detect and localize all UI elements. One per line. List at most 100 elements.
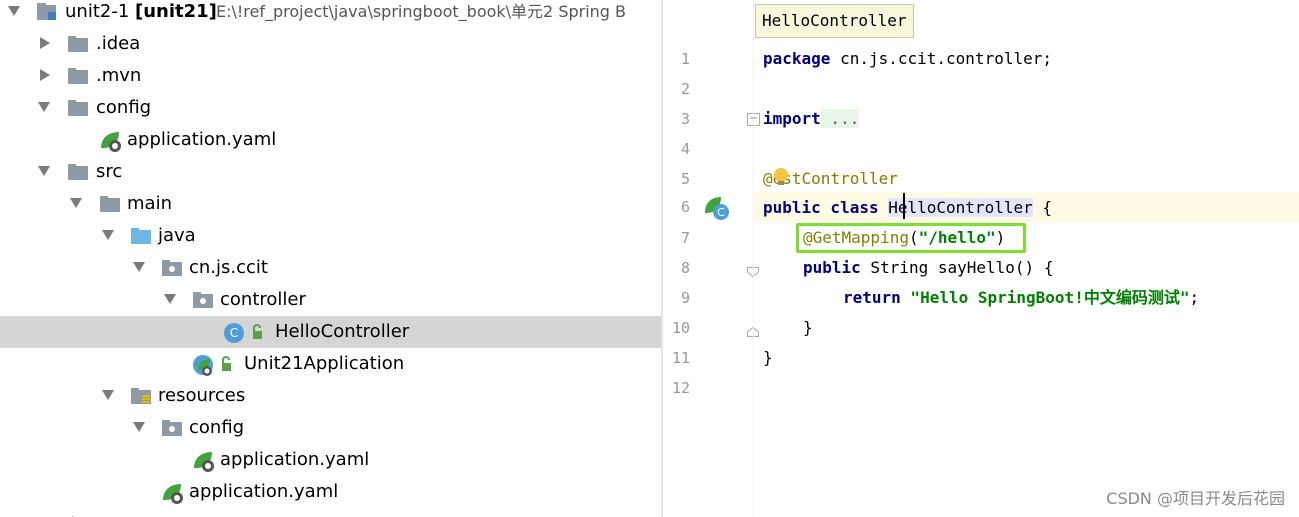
line-number: 7 [680, 229, 690, 247]
expand-arrow-icon[interactable] [133, 262, 145, 272]
spring-boot-app-icon [192, 354, 236, 376]
folded-imports[interactable]: ... [820, 109, 860, 128]
line-number: 1 [680, 50, 690, 68]
tree-row-resources-config[interactable]: config [0, 412, 661, 444]
tree-row-resources-config-yaml[interactable]: application.yaml [0, 444, 661, 476]
tree-row-idea[interactable]: .idea [0, 28, 661, 60]
keyword: return [843, 288, 901, 307]
tree-label: resources [158, 385, 246, 406]
line-number: 9 [680, 289, 690, 307]
svg-text:C: C [717, 206, 725, 219]
tree-label: .idea [96, 33, 141, 54]
keyword: import [763, 109, 821, 128]
tree-label: java [158, 225, 196, 246]
code-editor[interactable]: 1 2 3 4 5 6 7 8 9 10 11 12 C + package c… [663, 0, 1299, 517]
code-line-1[interactable]: package cn.js.ccit.controller; [763, 44, 1052, 74]
tree-label: HelloController [275, 321, 410, 342]
line-number: 3 [680, 110, 690, 128]
code-line-11[interactable]: } [803, 313, 813, 343]
tree-label: controller [220, 289, 306, 310]
collapse-arrow-icon[interactable] [40, 37, 50, 49]
intention-bulb-icon[interactable] [771, 167, 791, 189]
highlight-box [796, 223, 1026, 253]
line-number: 10 [671, 319, 690, 337]
tree-row-controller[interactable]: controller [0, 284, 661, 316]
line-number: 11 [671, 349, 690, 367]
code-line-7[interactable]: public class HelloController { [763, 193, 1052, 223]
expand-arrow-icon[interactable] [8, 6, 20, 16]
spring-yaml-icon [161, 482, 183, 504]
gutter-separator [753, 0, 754, 517]
code-text: } [763, 348, 773, 367]
spring-yaml-icon [192, 450, 214, 472]
keyword: public class [763, 198, 889, 217]
collapse-arrow-icon[interactable] [40, 69, 50, 81]
folder-icon [67, 98, 89, 118]
tree-row-root[interactable]: unit2-1 [unit21] E:\!ref_project\java\sp… [0, 0, 661, 28]
package-icon [192, 290, 214, 310]
code-line-9[interactable]: public String sayHello() { [803, 253, 1053, 283]
module-name: unit2-1 [65, 1, 130, 22]
tree-label: main [127, 193, 172, 214]
tree-label: .mvn [96, 65, 142, 86]
tree-row-src[interactable]: src [0, 156, 661, 188]
tree-row-resources[interactable]: resources [0, 380, 661, 412]
code-text: { [1032, 198, 1052, 217]
code-line-10[interactable]: return "Hello SpringBoot!中文编码测试"; [843, 283, 1199, 313]
code-text: String sayHello() { [860, 258, 1054, 277]
tree-row-hello-controller[interactable]: C HelloController [0, 316, 661, 348]
svg-text:C: C [230, 326, 238, 340]
tree-label: src [96, 161, 123, 182]
tree-label: Unit21Application [244, 353, 405, 374]
code-line-3[interactable]: import ... [763, 104, 860, 134]
expand-arrow-icon[interactable] [102, 390, 114, 400]
spring-bean-gutter-icon[interactable]: C [703, 195, 733, 221]
module-path: E:\!ref_project\java\springboot_book\单元2… [216, 2, 627, 21]
class-name: HelloController [888, 198, 1033, 217]
tree-row-config-yaml[interactable]: application.yaml [0, 124, 661, 156]
tree-label: config [96, 97, 152, 118]
tree-label: application.yaml [220, 449, 370, 470]
expand-arrow-icon[interactable] [133, 422, 145, 432]
tree-label: application.yaml [189, 481, 339, 502]
project-tree: unit2-1 [unit21] E:\!ref_project\java\sp… [0, 0, 661, 517]
tree-row-main[interactable]: main [0, 188, 661, 220]
line-number: 6 [680, 198, 690, 216]
spring-yaml-icon [99, 130, 121, 152]
code-line-12[interactable]: } [763, 343, 773, 373]
keyword: package [763, 49, 831, 68]
expand-arrow-icon[interactable] [70, 198, 82, 208]
tree-row-partial[interactable] [0, 508, 661, 517]
tree-row-java[interactable]: java [0, 220, 661, 252]
code-text: ; [1189, 288, 1200, 307]
tree-row-resources-yaml[interactable]: application.yaml [0, 476, 661, 508]
source-folder-icon [130, 226, 152, 246]
expand-arrow-icon[interactable] [102, 230, 114, 240]
watermark: CSDN @项目开发后花园 [1106, 489, 1285, 508]
keyword: public [803, 258, 861, 277]
line-number: 12 [671, 379, 690, 397]
tree-label: config [189, 417, 245, 438]
string-literal: "Hello SpringBoot!中文编码测试" [900, 288, 1190, 307]
folder-icon [99, 194, 121, 214]
code-text: cn.js.ccit.controller; [830, 49, 1052, 68]
line-number: 2 [680, 80, 690, 98]
tree-row-unit21-application[interactable]: Unit21Application [0, 348, 661, 380]
line-number: 4 [680, 140, 690, 158]
expand-arrow-icon[interactable] [38, 102, 50, 112]
resources-folder-icon [130, 386, 152, 406]
tree-label: cn.js.ccit [189, 257, 268, 278]
tree-row-mvn[interactable]: .mvn [0, 60, 661, 92]
code-text: } [803, 318, 813, 337]
module-tag: [unit21] [135, 1, 217, 22]
tree-row-package[interactable]: cn.js.ccit [0, 252, 661, 284]
class-icon: C [223, 322, 267, 343]
expand-arrow-icon[interactable] [164, 294, 176, 304]
line-number: 8 [680, 259, 690, 277]
editor-gutter[interactable]: 1 2 3 4 5 6 7 8 9 10 11 12 C + [663, 0, 760, 517]
expand-arrow-icon[interactable] [38, 166, 50, 176]
text-caret [903, 193, 905, 219]
folder-icon [161, 418, 183, 438]
tree-row-config[interactable]: config [0, 92, 661, 124]
line-number: 5 [680, 170, 690, 188]
